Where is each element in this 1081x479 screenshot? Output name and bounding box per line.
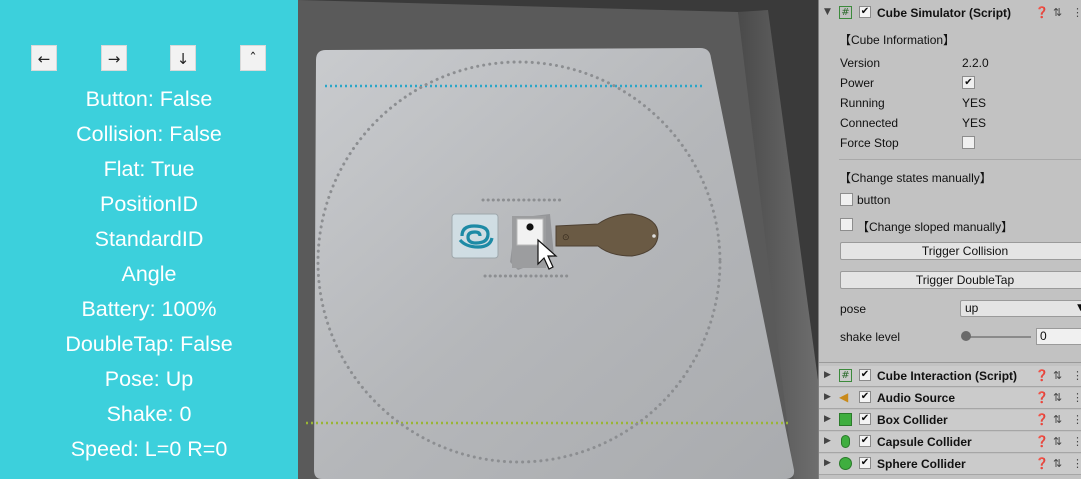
settings-sliders-icon[interactable]: ⇅ [1053, 435, 1062, 448]
component-enabled-checkbox[interactable]: ✔ [859, 457, 871, 469]
capsule-collider-icon [841, 435, 850, 448]
fold-right-icon[interactable]: ▶ [824, 414, 831, 424]
pose-label: pose [840, 302, 867, 316]
component-divider [819, 362, 1081, 363]
up-arrow-button[interactable]: ˆ [240, 45, 266, 71]
manual-section-label: 【Change states manually】 [839, 171, 992, 185]
flat-status: Flat: True [103, 157, 195, 181]
more-icon[interactable]: ⋮ [1072, 391, 1081, 404]
more-icon[interactable]: ⋮ [1072, 413, 1081, 426]
power-checkbox[interactable]: ✔ [962, 76, 975, 89]
battery-status: Battery: 100% [81, 297, 217, 321]
fold-down-icon[interactable]: ▼ [824, 7, 831, 17]
settings-sliders-icon[interactable]: ⇅ [1053, 369, 1062, 382]
cube-interaction-header[interactable]: ▶ # ✔ Cube Interaction (Script) ❓ ⇅ ⋮ [819, 366, 1081, 387]
help-icon[interactable]: ❓ [1035, 413, 1049, 426]
connected-label: Connected [840, 116, 899, 130]
force-stop-label: Force Stop [840, 136, 899, 150]
pose-dropdown[interactable]: up ▼ [960, 300, 1081, 317]
box-collider-icon [839, 413, 852, 426]
down-arrow-button[interactable]: ↓ [170, 45, 196, 71]
sphere-collider-header[interactable]: ▶ ✔ Sphere Collider ❓ ⇅ ⋮ [819, 454, 1081, 475]
double-tap-status: DoubleTap: False [65, 332, 233, 356]
settings-sliders-icon[interactable]: ⇅ [1053, 413, 1062, 426]
script-icon: # [839, 369, 852, 382]
component-title: Box Collider [877, 413, 948, 427]
cube-simulator-enabled-checkbox[interactable]: ✔ [859, 6, 871, 18]
dropdown-caret-icon: ▼ [1077, 301, 1081, 316]
more-icon[interactable]: ⋮ [1072, 369, 1081, 382]
shake-level-field[interactable]: 0 [1036, 328, 1081, 345]
button-status: Button: False [85, 87, 213, 111]
box-collider-header[interactable]: ▶ ✔ Box Collider ❓ ⇅ ⋮ [819, 410, 1081, 431]
version-value: 2.2.0 [962, 56, 989, 70]
component-enabled-checkbox[interactable]: ✔ [859, 435, 871, 447]
more-icon[interactable]: ⋮ [1072, 457, 1081, 470]
button-checkbox[interactable] [840, 193, 853, 206]
script-icon: # [839, 6, 852, 19]
shake-status: Shake: 0 [106, 402, 192, 426]
status-panel: ← → ↓ ˆ Button: False Collision: False F… [0, 0, 298, 479]
sloped-checkbox-label: 【Change sloped manually】 [857, 220, 1014, 234]
fold-right-icon[interactable]: ▶ [824, 370, 831, 380]
toio-cube-led [526, 223, 534, 231]
component-title: Cube Simulator (Script) [877, 6, 1012, 20]
help-icon[interactable]: ❓ [1035, 391, 1049, 404]
shake-slider-handle[interactable] [961, 331, 971, 341]
component-title: Sphere Collider [877, 457, 966, 471]
audio-source-header[interactable]: ▶ ◀ ✔ Audio Source ❓ ⇅ ⋮ [819, 388, 1081, 409]
position-id-status: PositionID [100, 192, 198, 216]
pose-status: Pose: Up [104, 367, 194, 391]
trigger-collision-button[interactable]: Trigger Collision [840, 242, 1081, 260]
audio-source-icon: ◀ [839, 390, 849, 404]
help-icon[interactable]: ❓ [1035, 369, 1049, 382]
component-enabled-checkbox[interactable]: ✔ [859, 369, 871, 381]
component-title: Audio Source [877, 391, 956, 405]
shake-level-label: shake level [840, 330, 901, 344]
sphere-collider-icon [839, 457, 852, 470]
connected-value: YES [962, 116, 987, 130]
more-icon[interactable]: ⋮ [1072, 6, 1081, 19]
running-label: Running [840, 96, 885, 110]
pose-dropdown-value: up [965, 301, 979, 315]
scene-render: ⊙ [298, 0, 818, 479]
help-icon[interactable]: ❓ [1035, 6, 1049, 19]
angle-status: Angle [121, 262, 177, 286]
fold-right-icon[interactable]: ▶ [824, 458, 831, 468]
scene-viewport[interactable]: ⊙ [298, 0, 818, 479]
shake-slider-track[interactable] [965, 336, 1031, 338]
settings-sliders-icon[interactable]: ⇅ [1053, 6, 1062, 19]
component-title: Cube Interaction (Script) [877, 369, 1018, 383]
standard-id-status: StandardID [94, 227, 204, 251]
fold-right-icon[interactable]: ▶ [824, 392, 831, 402]
help-icon[interactable]: ❓ [1035, 457, 1049, 470]
section-divider [839, 159, 1081, 160]
collision-status: Collision: False [76, 122, 222, 146]
cube-stand-dot [652, 234, 656, 238]
cube-simulator-header[interactable]: ▼ # ✔ Cube Simulator (Script) ❓ ⇅ ⋮ [819, 3, 1081, 24]
cube-stand-mark: ⊙ [562, 233, 570, 243]
force-stop-checkbox[interactable] [962, 136, 975, 149]
button-checkbox-label: button [857, 193, 891, 207]
mat-logo-block [451, 213, 499, 259]
help-icon[interactable]: ❓ [1035, 435, 1049, 448]
fold-right-icon[interactable]: ▶ [824, 436, 831, 446]
version-label: Version [840, 56, 881, 70]
cube-info-section-label: 【Cube Information】 [839, 33, 956, 47]
component-enabled-checkbox[interactable]: ✔ [859, 391, 871, 403]
sloped-checkbox[interactable] [840, 218, 853, 231]
component-title: Capsule Collider [877, 435, 972, 449]
power-label: Power [840, 76, 875, 90]
running-value: YES [962, 96, 987, 110]
speed-status: Speed: L=0 R=0 [70, 437, 228, 461]
capsule-collider-header[interactable]: ▶ ✔ Capsule Collider ❓ ⇅ ⋮ [819, 432, 1081, 453]
component-enabled-checkbox[interactable]: ✔ [859, 413, 871, 425]
left-arrow-button[interactable]: ← [31, 45, 57, 71]
settings-sliders-icon[interactable]: ⇅ [1053, 457, 1062, 470]
inspector-panel: ▼ # ✔ Cube Simulator (Script) ❓ ⇅ ⋮ 【Cub… [818, 0, 1081, 479]
trigger-double-tap-button[interactable]: Trigger DoubleTap [840, 271, 1081, 289]
more-icon[interactable]: ⋮ [1072, 435, 1081, 448]
right-arrow-button[interactable]: → [101, 45, 127, 71]
settings-sliders-icon[interactable]: ⇅ [1053, 391, 1062, 404]
